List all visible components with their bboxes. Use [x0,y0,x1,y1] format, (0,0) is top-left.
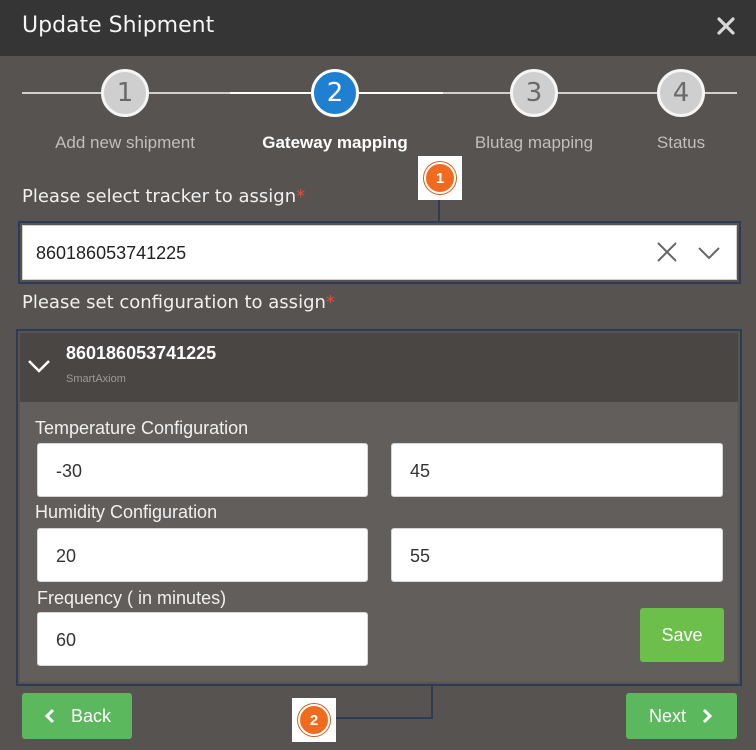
step-3-circle[interactable]: 3 [510,69,558,117]
device-id: 860186053741225 [66,343,217,363]
chevron-down-icon[interactable] [697,242,721,264]
chevron-down-icon[interactable] [27,356,51,376]
next-button[interactable]: Next [626,693,737,739]
step-2-label: Gateway mapping [262,133,408,152]
humidity-max-value: 55 [410,546,431,566]
callout-connector-2 [334,717,433,719]
temperature-min-input[interactable]: -30 [37,443,368,497]
back-button[interactable]: Back [22,693,132,739]
step-4-circle[interactable]: 4 [657,69,705,117]
temperature-min-value: -30 [56,461,83,481]
callout-badge-2: 2 [292,698,336,742]
step-2-circle[interactable]: 2 [311,69,359,117]
frequency-label: Frequency ( in minutes) [37,588,227,608]
required-mark: * [296,186,306,207]
save-button-label: Save [661,624,703,645]
close-icon[interactable] [716,14,736,38]
temperature-label: Temperature Configuration [35,418,249,438]
step-1-label: Add new shipment [55,133,195,152]
save-button[interactable]: Save [640,608,724,662]
configuration-label: Please set configuration to assign* [22,292,335,313]
step-3-label: Blutag mapping [474,133,594,152]
tracker-select[interactable]: 860186053741225 [22,225,737,280]
required-mark: * [325,292,335,313]
tracker-select-value: 860186053741225 [36,243,187,263]
chevron-left-icon [44,708,55,724]
dialog-title: Update Shipment [22,13,215,38]
callout-badge-1: 1 [418,156,462,200]
callout-connector-2 [431,686,433,719]
next-button-label: Next [648,705,686,726]
chevron-right-icon [702,708,713,724]
humidity-max-input[interactable]: 55 [391,528,723,582]
clear-icon[interactable] [655,240,679,264]
callout-number-1: 1 [424,162,456,194]
callout-number-2: 2 [298,704,330,736]
device-vendor: SmartAxiom [66,373,126,385]
temperature-max-value: 45 [410,461,431,481]
humidity-label: Humidity Configuration [35,502,218,522]
humidity-min-input[interactable]: 20 [37,528,368,582]
tracker-label-text: Please select tracker to assign [22,186,297,207]
step-4-label: Status [656,133,706,152]
step-1-circle[interactable]: 1 [101,69,149,117]
humidity-min-value: 20 [56,546,77,566]
frequency-value: 60 [56,630,77,650]
back-button-label: Back [70,705,112,726]
temperature-max-input[interactable]: 45 [391,443,723,497]
frequency-input[interactable]: 60 [37,612,368,666]
dialog-titlebar: Update Shipment [0,0,756,56]
configuration-label-text: Please set configuration to assign [22,292,326,313]
tracker-label: Please select tracker to assign* [22,186,305,207]
